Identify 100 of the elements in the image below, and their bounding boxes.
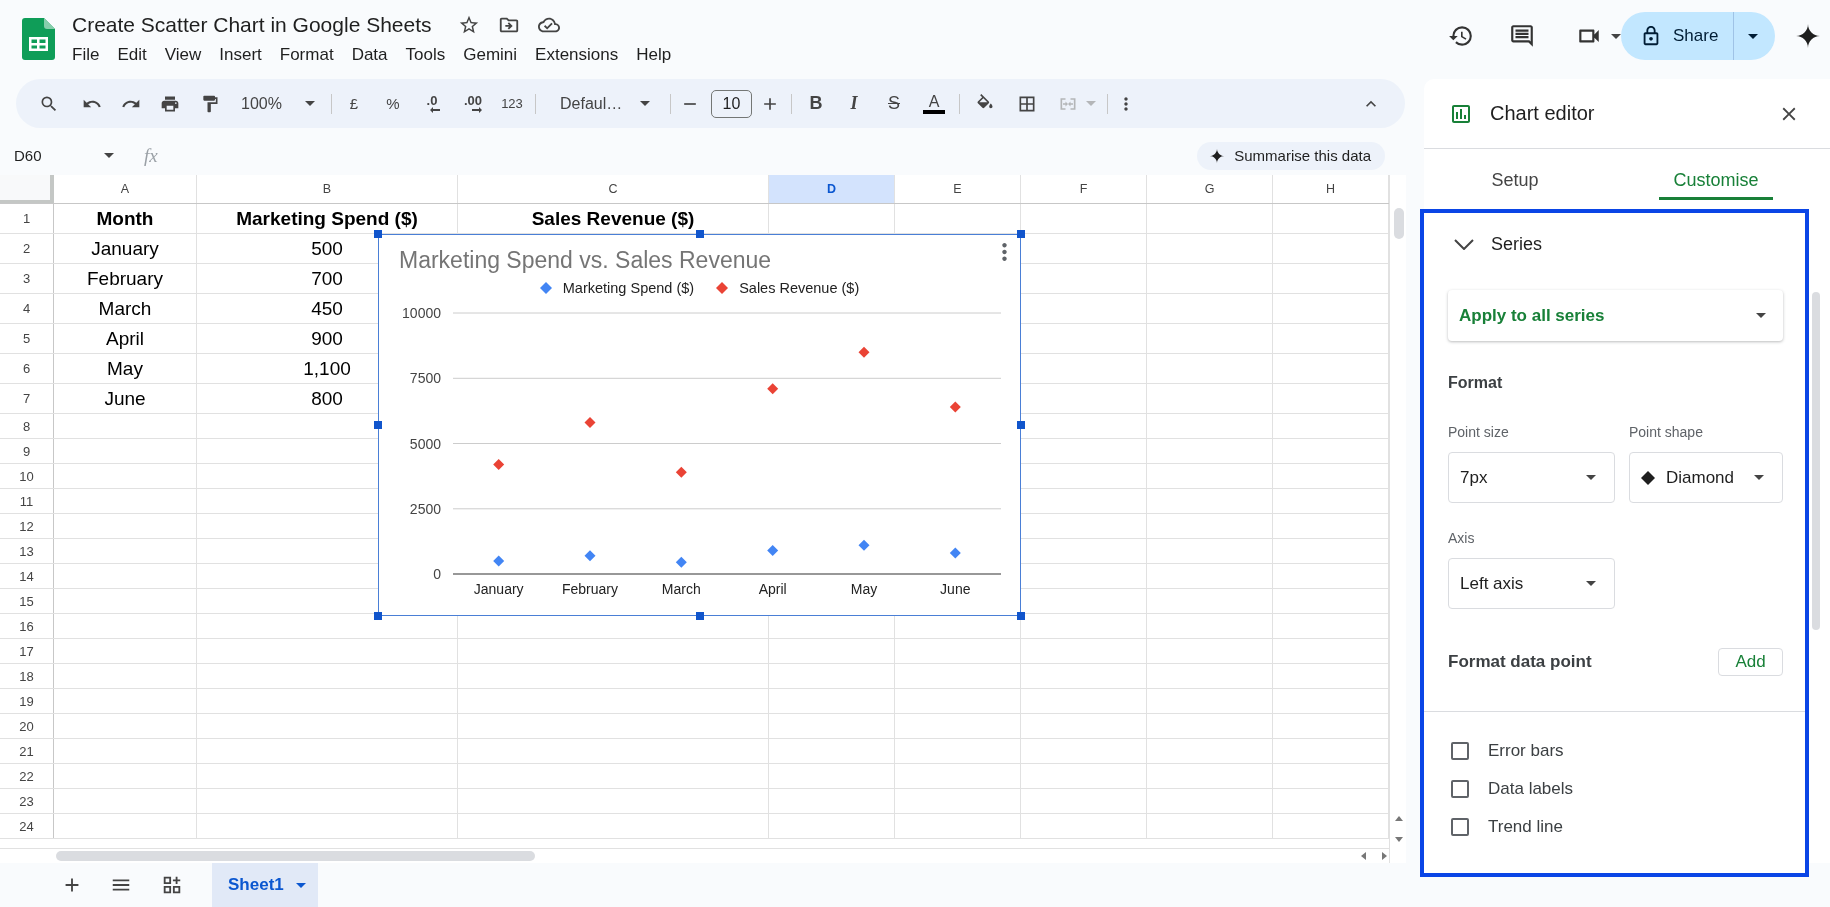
menu-item[interactable]: Insert — [210, 43, 271, 67]
section-title[interactable]: Series — [1491, 233, 1543, 255]
paint-roller-icon[interactable] — [200, 93, 220, 114]
checkbox[interactable] — [1451, 818, 1469, 836]
document-title[interactable]: Create Scatter Chart in Google Sheets — [72, 11, 432, 39]
menu-item[interactable]: File — [63, 43, 109, 67]
data-point[interactable] — [493, 458, 505, 470]
scroll-up-icon[interactable] — [1394, 816, 1403, 821]
table-cell: Marketing Spend ($) — [236, 208, 418, 229]
menu-item[interactable]: Extensions — [526, 43, 628, 67]
data-point[interactable] — [858, 346, 870, 358]
column-header[interactable]: A — [54, 175, 196, 203]
table-cell: January — [91, 238, 159, 259]
name-box[interactable]: D60 — [6, 141, 120, 170]
field-label: Point size — [1448, 424, 1510, 440]
column-header[interactable]: F — [1021, 175, 1146, 203]
resize-handle[interactable] — [374, 421, 382, 429]
menu-item[interactable]: Help — [627, 43, 681, 67]
y-axis-label: 10000 — [402, 305, 441, 321]
table-cell: Month — [96, 208, 154, 229]
column-header[interactable]: E — [895, 175, 1020, 203]
add-button[interactable]: Add — [1718, 648, 1783, 676]
sheet-tab[interactable]: Sheet1 — [212, 863, 318, 907]
resize-handle[interactable] — [374, 230, 382, 238]
caret-icon — [305, 101, 315, 106]
history-icon[interactable] — [1448, 23, 1474, 49]
italic-button[interactable]: I — [842, 88, 866, 119]
caret-icon[interactable] — [1611, 33, 1621, 39]
color-bar-icon — [923, 109, 945, 114]
data-point[interactable] — [675, 466, 687, 478]
scroll-left-icon[interactable] — [1361, 852, 1366, 860]
resize-handle[interactable] — [1017, 421, 1025, 429]
data-point[interactable] — [675, 556, 687, 568]
more-vertical-icon[interactable] — [1000, 242, 1009, 262]
sheet-grid-icon[interactable] — [161, 874, 183, 896]
caret-icon — [1756, 313, 1766, 318]
panel-scrollbar[interactable] — [1812, 292, 1820, 630]
right-arrow-icon — [472, 107, 482, 113]
column-header[interactable]: B — [197, 175, 457, 203]
sheets-logo-icon[interactable] — [22, 18, 55, 60]
data-point[interactable] — [584, 417, 596, 429]
field-label: Point shape — [1629, 424, 1704, 440]
menu-item[interactable]: Tools — [396, 43, 455, 67]
zoom-button[interactable]: 100% — [231, 88, 321, 119]
checkbox-label[interactable]: Data labels — [1488, 779, 1574, 799]
column-header[interactable]: C — [458, 175, 768, 203]
currency-button[interactable]: £ — [339, 88, 369, 119]
editor-tab[interactable]: Customise — [1659, 149, 1773, 200]
increase-decimal-button[interactable]: .00 — [456, 88, 490, 119]
share-button[interactable]: Share — [1621, 12, 1733, 60]
vertical-scrollbar[interactable] — [1393, 208, 1404, 239]
x-axis-label: May — [850, 581, 878, 597]
column-header[interactable]: H — [1273, 175, 1388, 203]
summarise-button[interactable]: Summarise this data — [1197, 141, 1385, 170]
series-dropdown[interactable]: Apply to all series — [1448, 290, 1783, 341]
data-point[interactable] — [493, 555, 505, 567]
y-axis-label: 5000 — [409, 435, 441, 452]
scroll-down-icon[interactable] — [1394, 837, 1403, 842]
x-axis-label: June — [940, 581, 971, 597]
text-color-button[interactable]: A — [922, 88, 946, 119]
data-point[interactable] — [767, 545, 779, 556]
comment-icon[interactable] — [1509, 23, 1535, 49]
column-header[interactable]: G — [1147, 175, 1272, 203]
checkbox[interactable] — [1451, 742, 1469, 760]
number-format-button[interactable]: 123 — [496, 88, 528, 119]
font-button[interactable]: Defaul… — [548, 88, 661, 119]
caret-icon — [295, 882, 306, 888]
y-axis-label: 7500 — [409, 370, 441, 387]
resize-handle[interactable] — [695, 230, 704, 238]
data-point[interactable] — [949, 547, 961, 559]
menu-item[interactable]: Edit — [108, 43, 156, 67]
chevron-icon[interactable] — [1454, 238, 1474, 250]
resize-handle[interactable] — [1017, 230, 1025, 238]
menu-item[interactable]: Format — [270, 43, 343, 67]
menu-item[interactable]: Data — [342, 43, 397, 67]
horizontal-scrollbar[interactable] — [56, 851, 535, 861]
resize-handle[interactable] — [695, 612, 704, 620]
scatter-chart[interactable]: Marketing Spend vs. Sales Revenue Marketing Spend ($) Sales Revenue ($) 0 2500 5000 7500 10000 January February March April May June — [378, 234, 1021, 616]
strikethrough-button[interactable]: S — [882, 88, 906, 119]
resize-handle[interactable] — [1017, 612, 1025, 620]
checkbox-label[interactable]: Trend line — [1488, 817, 1563, 837]
percent-button[interactable]: % — [378, 88, 408, 119]
dropdown[interactable]: Left axis — [1448, 558, 1615, 609]
column-header[interactable]: D — [769, 175, 894, 203]
checkbox[interactable] — [1451, 780, 1469, 798]
resize-handle[interactable] — [374, 612, 382, 620]
menu-item[interactable]: View — [155, 43, 211, 67]
star-icon[interactable] — [457, 14, 480, 36]
decrease-decimal-button[interactable]: .0 — [417, 88, 447, 119]
dropdown[interactable]: 7px — [1448, 452, 1615, 503]
section-heading: Format — [1448, 373, 1504, 393]
scroll-right-icon[interactable] — [1382, 852, 1387, 860]
table-cell: 450 — [311, 298, 343, 319]
checkbox-label[interactable]: Error bars — [1488, 741, 1564, 761]
table-cell: April — [106, 328, 144, 349]
font-size-field[interactable]: 10 — [711, 89, 752, 118]
bold-button[interactable]: B — [804, 88, 828, 119]
editor-tab[interactable]: Setup — [1477, 149, 1553, 200]
dropdown[interactable]: Diamond — [1629, 452, 1783, 503]
menu-item[interactable]: Gemini — [454, 43, 527, 67]
